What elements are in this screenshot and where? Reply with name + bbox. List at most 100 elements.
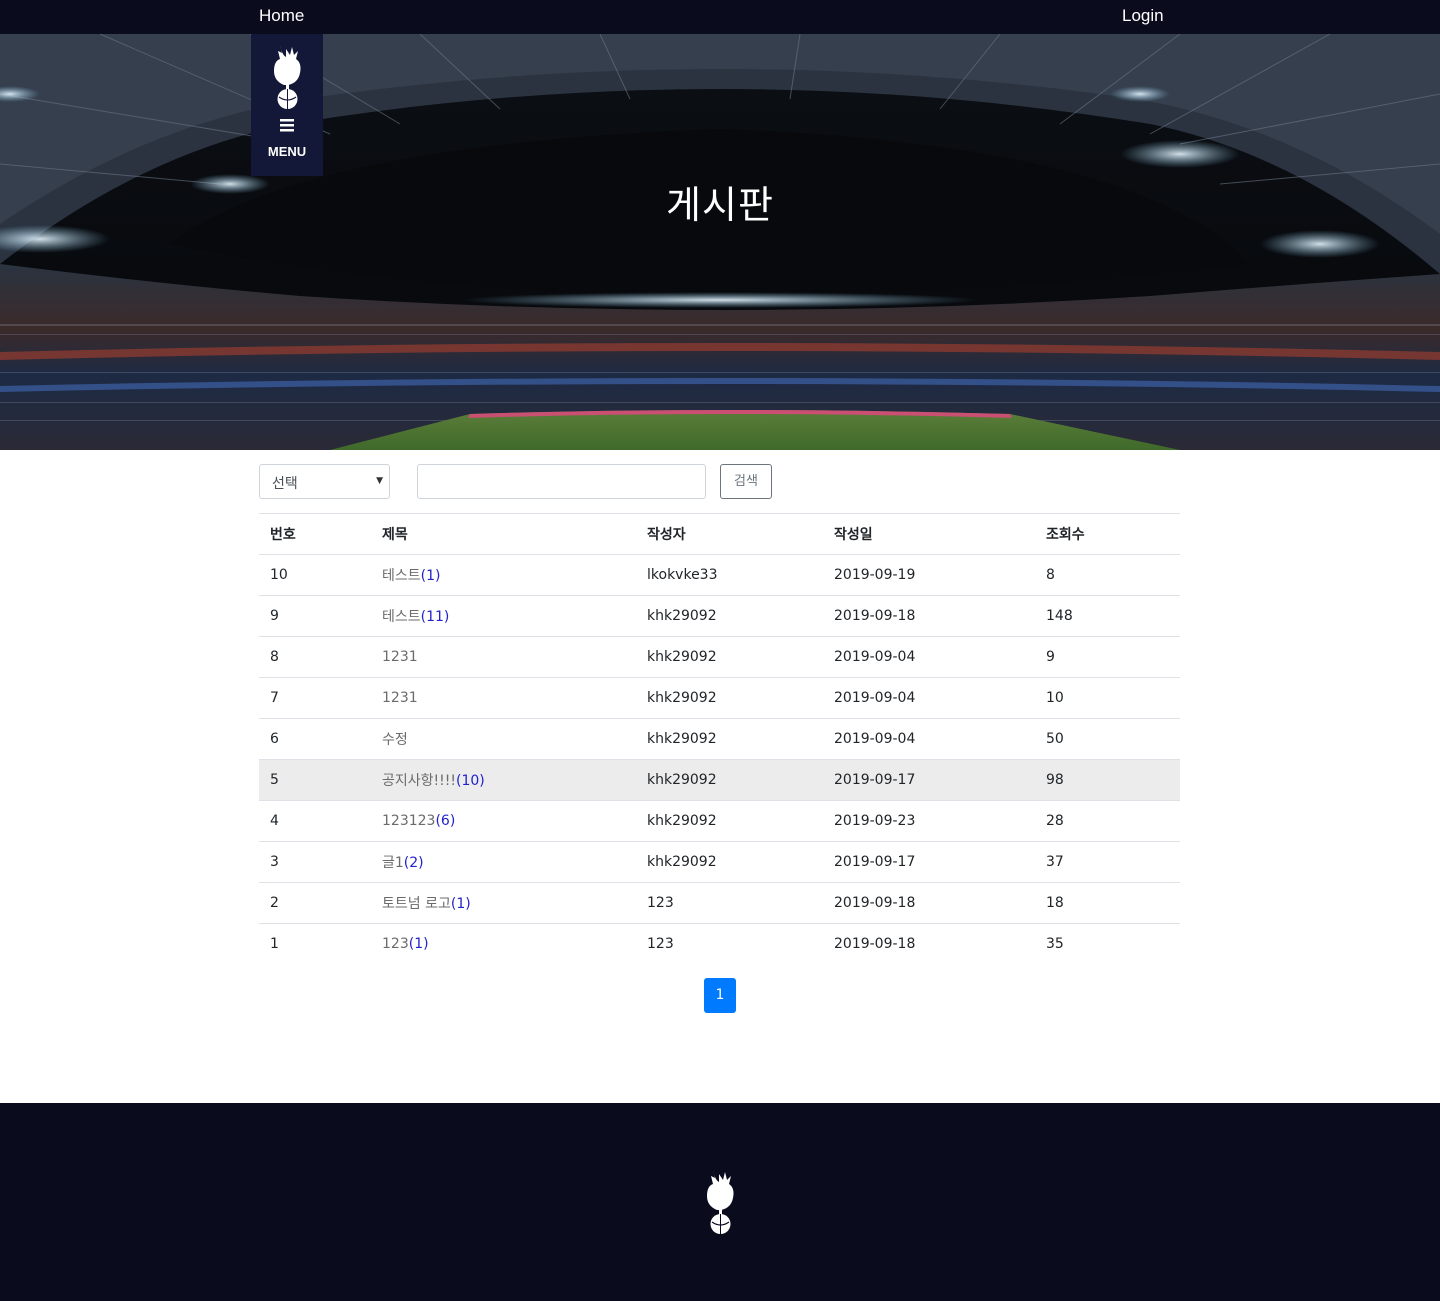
search-button[interactable]: 검색 <box>720 464 772 499</box>
cell-writer: khk29092 <box>636 800 823 842</box>
cell-writer: 123 <box>636 882 823 924</box>
comment-count: (11) <box>420 609 450 625</box>
cell-title[interactable]: 토트넘 로고(1) <box>371 882 636 924</box>
cell-title[interactable]: 123(1) <box>371 924 636 965</box>
cell-date: 2019-09-18 <box>823 882 1035 924</box>
table-row[interactable]: 10 테스트(1) lkokvke33 2019-09-19 8 <box>259 554 1180 596</box>
post-title-link[interactable]: 글1 <box>382 855 404 871</box>
post-title-link[interactable]: 1231 <box>382 649 418 665</box>
cell-title[interactable]: 테스트(1) <box>371 554 636 596</box>
cell-number: 2 <box>259 882 371 924</box>
header-number: 번호 <box>259 513 371 555</box>
comment-count: (1) <box>420 568 441 584</box>
hero-banner: 게시판 <box>0 34 1440 450</box>
table-row[interactable]: 2 토트넘 로고(1) 123 2019-09-18 18 <box>259 882 1180 924</box>
cell-number: 3 <box>259 841 371 883</box>
caret-down-icon: ▼ <box>376 476 383 486</box>
cell-title[interactable]: 테스트(11) <box>371 595 636 637</box>
board-table: 번호 제목 작성자 작성일 조회수 10 테스트(1) lkokvke33 20… <box>259 513 1180 965</box>
table-row[interactable]: 4 123123(6) khk29092 2019-09-23 28 <box>259 800 1180 842</box>
post-title-link[interactable]: 1231 <box>382 690 418 706</box>
cell-date: 2019-09-04 <box>823 718 1035 760</box>
cell-title[interactable]: 123123(6) <box>371 800 636 842</box>
post-title-link[interactable]: 123123 <box>382 813 435 829</box>
menu-label: MENU <box>267 144 307 159</box>
pagination-page-1[interactable]: 1 <box>704 978 736 1013</box>
post-title-link[interactable]: 테스트 <box>382 609 421 625</box>
cell-title[interactable]: 공지사항!!!!(10) <box>371 759 636 801</box>
cell-title[interactable]: 1231 <box>371 636 636 678</box>
cell-writer: khk29092 <box>636 718 823 760</box>
table-row[interactable]: 7 1231 khk29092 2019-09-04 10 <box>259 677 1180 719</box>
post-title-link[interactable]: 수정 <box>382 732 408 748</box>
cell-date: 2019-09-04 <box>823 677 1035 719</box>
comment-count: (2) <box>403 855 424 871</box>
table-row[interactable]: 9 테스트(11) khk29092 2019-09-18 148 <box>259 595 1180 637</box>
cell-date: 2019-09-18 <box>823 595 1035 637</box>
cell-views: 8 <box>1035 554 1180 596</box>
cell-writer: 123 <box>647 936 674 953</box>
cell-writer: khk29092 <box>636 841 823 883</box>
cell-date: 2019-09-17 <box>823 759 1035 801</box>
cell-title[interactable]: 수정 <box>371 718 636 760</box>
cell-title[interactable]: 글1(2) <box>371 841 636 883</box>
cell-date: 2019-09-23 <box>823 800 1035 842</box>
cockerel-logo-icon <box>274 45 301 109</box>
header-writer: 작성자 <box>636 513 823 555</box>
post-title-link[interactable]: 공지사항!!!! <box>382 773 456 789</box>
cockerel-logo-icon <box>707 1170 734 1234</box>
post-title-link[interactable]: 토트넘 로고 <box>382 896 451 912</box>
cell-writer: khk29092 <box>636 759 823 801</box>
footer <box>0 1103 1440 1301</box>
table-row[interactable]: 6 수정 khk29092 2019-09-04 50 <box>259 718 1180 760</box>
stadium-background-image <box>0 34 1440 450</box>
cell-views: 98 <box>1035 759 1180 801</box>
post-title-link[interactable]: 123 <box>382 936 409 952</box>
cell-views: 10 <box>1035 677 1180 719</box>
menu-toggle[interactable]: MENU <box>251 34 323 176</box>
cell-title[interactable]: 1231 <box>371 677 636 719</box>
table-row[interactable]: 3 글1(2) khk29092 2019-09-17 37 <box>259 841 1180 883</box>
header-title: 제목 <box>371 513 636 555</box>
table-row[interactable]: 1 123(1) 123 2019-09-18 35 <box>259 924 1180 965</box>
nav-login-link[interactable]: Login <box>1122 6 1164 26</box>
cell-views: 35 <box>1046 936 1064 953</box>
comment-count: (6) <box>435 813 456 829</box>
cell-views: 9 <box>1035 636 1180 678</box>
cell-number: 5 <box>259 759 371 801</box>
nav-home-link[interactable]: Home <box>259 6 304 26</box>
post-title-link[interactable]: 테스트 <box>382 568 421 584</box>
cell-number: 9 <box>259 595 371 637</box>
cell-date: 2019-09-17 <box>823 841 1035 883</box>
cell-writer: lkokvke33 <box>636 554 823 596</box>
comment-count: (10) <box>455 773 485 789</box>
cell-views: 148 <box>1035 595 1180 637</box>
page-title: 게시판 <box>666 183 774 227</box>
cell-views: 37 <box>1035 841 1180 883</box>
cell-views: 28 <box>1035 800 1180 842</box>
table-row[interactable]: 8 1231 khk29092 2019-09-04 9 <box>259 636 1180 678</box>
cell-number: 8 <box>259 636 371 678</box>
cell-number: 7 <box>259 677 371 719</box>
cell-writer: khk29092 <box>636 636 823 678</box>
hamburger-icon <box>280 119 294 132</box>
search-type-value: 선택 <box>272 476 298 492</box>
search-input[interactable] <box>417 464 706 499</box>
header-date: 작성일 <box>823 513 1035 555</box>
cell-date: 2019-09-18 <box>834 936 916 953</box>
cell-number: 10 <box>259 554 371 596</box>
comment-count: (1) <box>408 936 429 953</box>
cell-number: 4 <box>259 800 371 842</box>
cell-writer: khk29092 <box>636 677 823 719</box>
cell-number: 1 <box>270 936 279 953</box>
cell-views: 50 <box>1035 718 1180 760</box>
table-header-row: 번호 제목 작성자 작성일 조회수 <box>259 513 1180 555</box>
search-type-select[interactable]: 선택 ▼ <box>259 464 390 499</box>
cell-views: 18 <box>1035 882 1180 924</box>
cell-writer: khk29092 <box>636 595 823 637</box>
header-views: 조회수 <box>1035 513 1180 555</box>
cell-date: 2019-09-04 <box>823 636 1035 678</box>
table-row-highlighted[interactable]: 5 공지사항!!!!(10) khk29092 2019-09-17 98 <box>259 759 1180 801</box>
comment-count: (1) <box>450 896 471 912</box>
cell-date: 2019-09-19 <box>823 554 1035 596</box>
